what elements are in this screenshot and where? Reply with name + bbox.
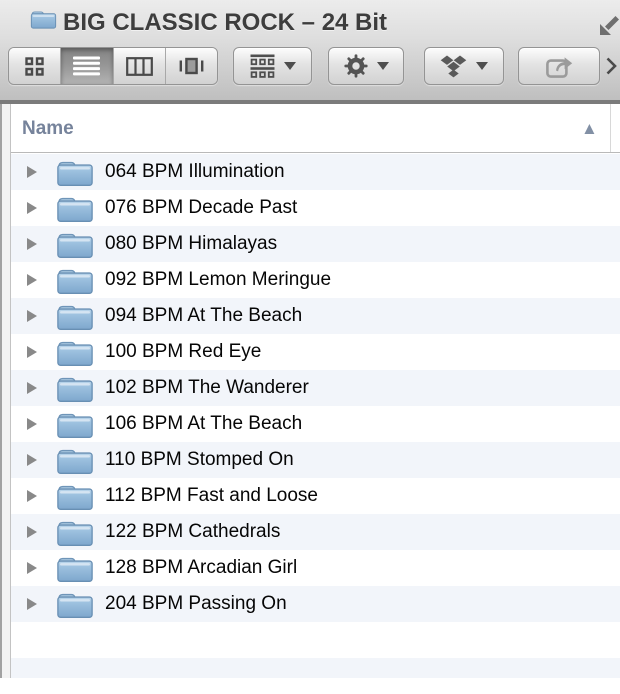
disclosure-triangle-icon[interactable] xyxy=(25,417,39,431)
fullscreen-arrow-icon[interactable] xyxy=(596,11,620,39)
disclosure-triangle-icon[interactable] xyxy=(25,165,39,179)
list-item[interactable]: 064 BPM Illumination xyxy=(11,154,620,190)
list-item[interactable]: 102 BPM The Wanderer xyxy=(11,370,620,406)
folder-icon xyxy=(56,482,94,511)
disclosure-triangle-icon[interactable] xyxy=(25,237,39,251)
sort-ascending-icon: ▲ xyxy=(581,104,598,152)
disclosure-triangle-icon[interactable] xyxy=(25,489,39,503)
share-button[interactable] xyxy=(518,47,600,85)
folder-name: 106 BPM At The Beach xyxy=(105,413,302,435)
folder-name: 102 BPM The Wanderer xyxy=(105,377,309,399)
list-item[interactable]: 112 BPM Fast and Loose xyxy=(11,478,620,514)
list-item[interactable]: 204 BPM Passing On xyxy=(11,586,620,622)
column-view-button[interactable] xyxy=(114,48,166,84)
list-view-button[interactable] xyxy=(61,48,113,84)
share-icon xyxy=(545,53,574,79)
folder-icon xyxy=(56,338,94,367)
chevron-right-icon xyxy=(605,56,618,76)
folder-name: 122 BPM Cathedrals xyxy=(105,521,280,543)
action-gear-button[interactable] xyxy=(328,47,404,85)
folder-icon xyxy=(56,374,94,403)
folder-icon xyxy=(56,590,94,619)
disclosure-triangle-icon[interactable] xyxy=(25,273,39,287)
file-list-view: Name ▲ 064 BPM Illumination 076 BPM Deca… xyxy=(11,104,620,678)
dropbox-button[interactable] xyxy=(424,47,504,85)
title-bar: BIG CLASSIC ROCK – 24 Bit xyxy=(0,0,620,44)
coverflow-view-button[interactable] xyxy=(166,48,217,84)
list-view-lines-icon xyxy=(73,56,100,76)
window-title: BIG CLASSIC ROCK – 24 Bit xyxy=(63,0,387,44)
folder-proxy-icon[interactable] xyxy=(30,8,57,30)
disclosure-triangle-icon[interactable] xyxy=(25,201,39,215)
folder-icon xyxy=(56,446,94,475)
disclosure-triangle-icon[interactable] xyxy=(25,525,39,539)
folder-icon xyxy=(56,554,94,583)
folder-icon xyxy=(56,410,94,439)
dropdown-arrow-icon xyxy=(377,62,389,70)
toolbar-overflow-button[interactable] xyxy=(602,47,620,85)
list-item[interactable]: 094 BPM At The Beach xyxy=(11,298,620,334)
list-header: Name ▲ xyxy=(11,104,620,153)
arrange-button[interactable] xyxy=(233,47,312,85)
disclosure-triangle-icon[interactable] xyxy=(25,309,39,323)
dropdown-arrow-icon xyxy=(476,62,488,70)
name-column-header[interactable]: Name xyxy=(22,104,74,152)
dropbox-icon xyxy=(440,54,467,79)
icon-view-button[interactable] xyxy=(9,48,61,84)
list-item[interactable]: 128 BPM Arcadian Girl xyxy=(11,550,620,586)
folder-name: 128 BPM Arcadian Girl xyxy=(105,557,297,579)
disclosure-triangle-icon[interactable] xyxy=(25,597,39,611)
gear-icon xyxy=(344,54,368,78)
view-mode-segmented-control xyxy=(8,47,218,85)
rows-container: 064 BPM Illumination 076 BPM Decade Past… xyxy=(11,154,620,678)
folder-name: 080 BPM Himalayas xyxy=(105,233,277,255)
list-item[interactable]: 106 BPM At The Beach xyxy=(11,406,620,442)
list-item[interactable]: 100 BPM Red Eye xyxy=(11,334,620,370)
arrange-grid-icon xyxy=(250,54,275,78)
folder-icon xyxy=(56,194,94,223)
folder-name: 092 BPM Lemon Meringue xyxy=(105,269,331,291)
coverflow-view-icon xyxy=(179,56,204,76)
window-left-edge xyxy=(0,104,11,678)
list-item[interactable]: 080 BPM Himalayas xyxy=(11,226,620,262)
window-chrome: BIG CLASSIC ROCK – 24 Bit xyxy=(0,0,620,104)
folder-name: 112 BPM Fast and Loose xyxy=(105,485,318,507)
list-item[interactable]: 076 BPM Decade Past xyxy=(11,190,620,226)
folder-name: 110 BPM Stomped On xyxy=(105,449,294,471)
disclosure-triangle-icon[interactable] xyxy=(25,345,39,359)
folder-icon xyxy=(56,230,94,259)
empty-row xyxy=(11,622,620,658)
empty-row xyxy=(11,658,620,694)
folder-icon xyxy=(56,302,94,331)
column-divider[interactable] xyxy=(610,104,611,152)
column-view-icon xyxy=(126,57,153,76)
dropdown-arrow-icon xyxy=(284,62,296,70)
list-item[interactable]: 092 BPM Lemon Meringue xyxy=(11,262,620,298)
disclosure-triangle-icon[interactable] xyxy=(25,381,39,395)
disclosure-triangle-icon[interactable] xyxy=(25,561,39,575)
folder-name: 064 BPM Illumination xyxy=(105,161,285,183)
disclosure-triangle-icon[interactable] xyxy=(25,453,39,467)
folder-name: 204 BPM Passing On xyxy=(105,593,287,615)
folder-name: 094 BPM At The Beach xyxy=(105,305,302,327)
folder-icon xyxy=(56,518,94,547)
folder-icon xyxy=(56,158,94,187)
folder-name: 076 BPM Decade Past xyxy=(105,197,297,219)
icon-view-grid-icon xyxy=(25,57,44,76)
folder-name: 100 BPM Red Eye xyxy=(105,341,261,363)
list-item[interactable]: 110 BPM Stomped On xyxy=(11,442,620,478)
list-item[interactable]: 122 BPM Cathedrals xyxy=(11,514,620,550)
folder-icon xyxy=(56,266,94,295)
